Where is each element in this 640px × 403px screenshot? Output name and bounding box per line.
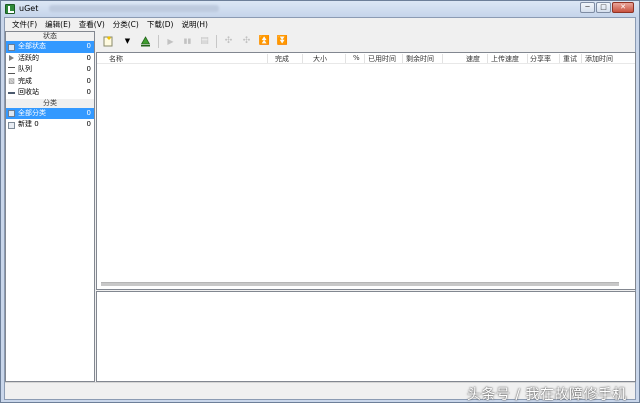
sidebar-item-count: 0 xyxy=(86,76,91,85)
new-download-icon[interactable] xyxy=(103,36,114,47)
column-divider xyxy=(581,54,582,63)
uget-app-icon xyxy=(5,4,15,14)
move-down-icon[interactable]: ✣ xyxy=(241,36,252,47)
sidebar-item-count: 0 xyxy=(86,120,91,128)
start-icon[interactable]: ▶ xyxy=(165,36,176,47)
watermark: 头条号 / 我在故障修手机 xyxy=(466,387,627,403)
status-bar: 头条号 / 我在故障修手机 xyxy=(5,382,635,403)
column-complete[interactable]: 完成 xyxy=(275,54,289,64)
recycle-bin-icon xyxy=(8,92,15,94)
menu-bar: 文件(F) 编辑(E) 查看(V) 分类(C) 下载(D) 说明(H) xyxy=(5,18,635,31)
maximize-button[interactable]: □ xyxy=(596,2,611,13)
sidebar-item-count: 0 xyxy=(86,88,91,96)
column-divider xyxy=(364,54,365,63)
move-top-icon[interactable]: ⏫ xyxy=(259,36,270,47)
sidebar-item-label: 完成 xyxy=(18,76,32,85)
menu-category[interactable]: 分类(C) xyxy=(109,19,143,30)
menu-download[interactable]: 下载(D) xyxy=(143,19,178,30)
sidebar-item-label: 回收站 xyxy=(18,88,39,96)
column-divider xyxy=(442,54,443,63)
column-elapsed[interactable]: 已用时间 xyxy=(368,54,396,64)
detail-pane xyxy=(96,291,636,382)
sidebar: 状态 全部状态 0 活跃的 0 队列 0 ▧ 完成 0 回收站 0 分类 全部分… xyxy=(5,31,95,382)
queue-icon xyxy=(8,66,15,74)
sidebar-item-active[interactable]: 活跃的 0 xyxy=(6,53,94,65)
sidebar-item-count: 0 xyxy=(86,65,91,73)
column-divider xyxy=(302,54,303,63)
sidebar-item-count: 0 xyxy=(86,108,91,117)
minimize-button[interactable]: ─ xyxy=(580,2,595,13)
move-up-icon[interactable]: ✣ xyxy=(223,36,234,47)
toolbar-separator xyxy=(158,35,159,48)
blurred-title-url xyxy=(49,5,219,12)
sidebar-item-count: 0 xyxy=(86,42,91,50)
download-list[interactable]: 名称 完成 大小 % 已用时间 剩余时间 速度 上传速度 分享率 重试 添加时间 xyxy=(96,52,636,290)
column-speed[interactable]: 速度 xyxy=(466,54,480,64)
status-header: 状态 xyxy=(6,32,94,41)
sidebar-item-new-category[interactable]: 新建 0 0 xyxy=(6,119,94,131)
menu-edit[interactable]: 编辑(E) xyxy=(41,19,75,30)
sidebar-item-all-categories[interactable]: 全部分类 0 xyxy=(6,107,94,119)
menu-help[interactable]: 说明(H) xyxy=(177,19,212,30)
column-divider xyxy=(559,54,560,63)
column-divider xyxy=(345,54,346,63)
properties-icon[interactable]: ▤ xyxy=(199,36,210,47)
sidebar-item-finished[interactable]: ▧ 完成 0 xyxy=(6,76,94,88)
sidebar-item-recycle-bin[interactable]: 回收站 0 xyxy=(6,87,94,99)
column-ratio[interactable]: 分享率 xyxy=(530,54,551,64)
download-icon xyxy=(8,43,15,51)
window-title: uGet xyxy=(19,4,39,13)
menu-file[interactable]: 文件(F) xyxy=(8,19,41,30)
horizontal-scrollbar[interactable] xyxy=(101,282,619,286)
column-upload-speed[interactable]: 上传速度 xyxy=(491,54,519,64)
client-area: 文件(F) 编辑(E) 查看(V) 分类(C) 下载(D) 说明(H) 状态 全… xyxy=(4,17,636,403)
add-torrent-icon[interactable] xyxy=(140,36,151,47)
move-bottom-icon[interactable]: ⏬ xyxy=(277,36,288,47)
category-header: 分类 xyxy=(6,98,94,108)
sidebar-item-label: 活跃的 xyxy=(18,53,39,62)
title-bar[interactable]: uGet ─ □ ✕ xyxy=(1,1,639,17)
sidebar-item-label: 新建 0 xyxy=(18,120,39,128)
sidebar-item-queue[interactable]: 队列 0 xyxy=(6,64,94,76)
sidebar-item-label: 全部分类 xyxy=(18,108,46,117)
column-headers: 名称 完成 大小 % 已用时间 剩余时间 速度 上传速度 分享率 重试 添加时间 xyxy=(97,53,635,64)
column-added-time[interactable]: 添加时间 xyxy=(585,54,613,64)
menu-view[interactable]: 查看(V) xyxy=(75,19,109,30)
sidebar-item-label: 全部状态 xyxy=(18,42,46,50)
sidebar-item-label: 队列 xyxy=(18,65,32,73)
dropdown-arrow-icon[interactable]: ▼ xyxy=(122,36,133,47)
column-size[interactable]: 大小 xyxy=(313,54,327,64)
download-icon xyxy=(8,110,15,117)
column-retry[interactable]: 重试 xyxy=(563,54,577,64)
sidebar-item-all-status[interactable]: 全部状态 0 xyxy=(6,41,94,53)
toolbar: ▼ ▶ ▮▮ ▤ ✣ ✣ ⏫ ⏬ xyxy=(98,32,635,52)
column-divider xyxy=(487,54,488,63)
column-divider xyxy=(527,54,528,63)
column-divider xyxy=(267,54,268,63)
column-divider xyxy=(402,54,403,63)
app-window: uGet ─ □ ✕ 文件(F) 编辑(E) 查看(V) 分类(C) 下载(D)… xyxy=(0,0,640,403)
toolbar-separator xyxy=(216,35,217,48)
play-icon xyxy=(9,55,14,61)
finished-icon: ▧ xyxy=(8,77,15,85)
category-icon xyxy=(8,121,15,129)
column-name[interactable]: 名称 xyxy=(109,54,123,64)
column-percent[interactable]: % xyxy=(353,54,360,62)
column-remaining[interactable]: 剩余时间 xyxy=(406,54,434,64)
close-button[interactable]: ✕ xyxy=(612,2,634,13)
sidebar-item-count: 0 xyxy=(86,53,91,62)
pause-icon[interactable]: ▮▮ xyxy=(182,36,193,47)
